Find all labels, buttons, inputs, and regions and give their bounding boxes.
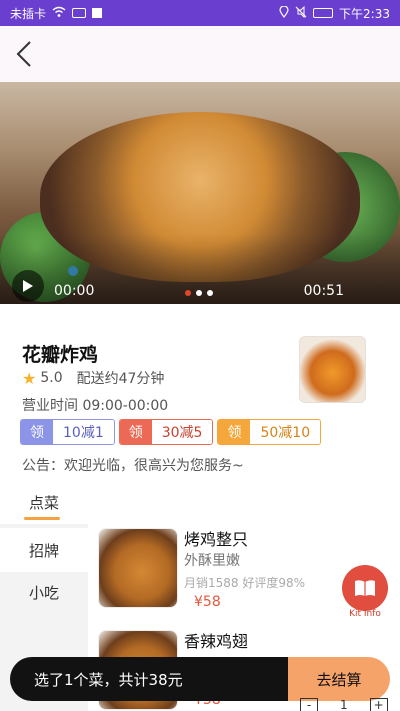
location-icon bbox=[279, 4, 289, 21]
sidebar-item-signature[interactable]: 招牌 bbox=[0, 528, 88, 572]
food-desc: 外酥里嫩 bbox=[184, 553, 240, 569]
star-icon: ★ bbox=[22, 368, 37, 388]
quantity-value: 1 bbox=[340, 698, 348, 711]
shop-thumbnail[interactable] bbox=[299, 336, 366, 403]
carousel-dot[interactable] bbox=[196, 290, 202, 296]
video-progress-handle[interactable] bbox=[68, 266, 78, 276]
coupon-value: 50减10 bbox=[250, 420, 321, 444]
business-hours: 营业时间 09:00-00:00 bbox=[22, 398, 169, 414]
carousel-dot[interactable] bbox=[185, 290, 191, 296]
shop-rating: ★ 5.0 配送约47分钟 bbox=[22, 368, 164, 388]
coupon[interactable]: 领 30减5 bbox=[118, 419, 214, 445]
coupon-tag: 领 bbox=[119, 420, 152, 444]
tab-order[interactable]: 点菜 bbox=[0, 480, 88, 524]
play-icon[interactable] bbox=[12, 270, 44, 302]
status-time: 下午2:33 bbox=[339, 6, 390, 21]
food-image bbox=[98, 528, 178, 608]
delivery-time: 配送约47分钟 bbox=[76, 371, 165, 387]
coupon[interactable]: 领 50减10 bbox=[217, 419, 322, 445]
sim-icon bbox=[72, 8, 87, 18]
book-icon[interactable] bbox=[342, 565, 388, 611]
status-bar: 未插卡 下午2:33 bbox=[0, 0, 400, 26]
storage-icon bbox=[92, 8, 103, 18]
coupon[interactable]: 领 10减1 bbox=[20, 419, 115, 445]
cart-bar: 选了1个菜，共计38元 去结算 bbox=[10, 657, 390, 701]
kit-info-label[interactable]: Kit Info bbox=[340, 609, 390, 619]
top-nav bbox=[0, 26, 400, 82]
decrement-button[interactable]: - bbox=[300, 698, 318, 711]
hero-video[interactable] bbox=[0, 82, 400, 304]
food-price: ¥58 bbox=[194, 594, 221, 610]
shop-notice: 公告：欢迎光临，很高兴为您服务~ bbox=[22, 458, 244, 474]
quantity-stepper: - 1 + bbox=[300, 698, 388, 711]
chevron-left-icon[interactable] bbox=[14, 40, 34, 68]
mute-icon bbox=[295, 5, 307, 21]
carrier-label: 未插卡 bbox=[10, 6, 47, 21]
battery-icon bbox=[313, 8, 334, 18]
shop-name: 花瓣炸鸡 bbox=[22, 344, 99, 366]
food-title: 香辣鸡翅 bbox=[184, 632, 249, 651]
coupon-tag: 领 bbox=[21, 420, 53, 444]
checkout-button[interactable]: 去结算 bbox=[288, 657, 390, 701]
carousel-dots bbox=[185, 290, 213, 296]
coupon-value: 30减5 bbox=[151, 420, 213, 444]
food-stats: 月销1588 好评度98% bbox=[184, 576, 306, 590]
coupon-tag: 领 bbox=[218, 420, 251, 444]
video-time-current: 00:00 bbox=[54, 283, 95, 299]
rating-value: 5.0 bbox=[40, 370, 63, 386]
wifi-icon bbox=[52, 6, 66, 21]
food-title: 烤鸡整只 bbox=[184, 530, 249, 549]
coupon-list: 领 10减1 领 30减5 领 50减10 bbox=[20, 419, 322, 445]
cart-summary[interactable]: 选了1个菜，共计38元 bbox=[10, 657, 288, 701]
video-time-total: 00:51 bbox=[303, 283, 344, 299]
sidebar-item-snacks[interactable]: 小吃 bbox=[0, 570, 88, 614]
increment-button[interactable]: + bbox=[369, 698, 388, 711]
carousel-dot[interactable] bbox=[207, 290, 213, 296]
coupon-value: 10减1 bbox=[53, 420, 114, 444]
